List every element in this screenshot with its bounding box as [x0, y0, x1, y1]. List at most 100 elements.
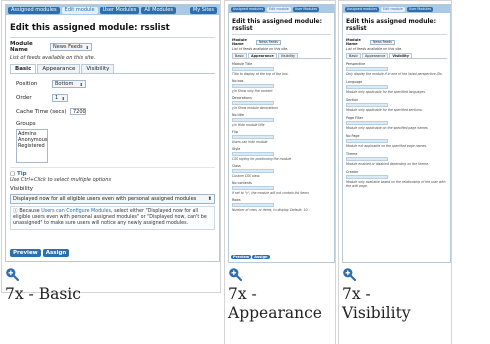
module-name-select[interactable]: News Feeds	[370, 39, 395, 45]
field-input[interactable]	[232, 203, 274, 207]
toolbar-button-edit[interactable]: Edit module	[267, 6, 291, 12]
field-label: Theme	[346, 152, 358, 156]
toolbar-button-user-modules[interactable]: User Modules	[292, 6, 320, 12]
tip-box: ▢ Tip Use Ctrl+Click to select multiple …	[10, 167, 215, 183]
module-help-text: List of feeds available on this site.	[232, 47, 289, 51]
tab-basic[interactable]: Basic	[346, 53, 361, 58]
field-input[interactable]	[346, 121, 388, 125]
thumbnail-card-basic: Assigned modules Edit module User Module…	[1, 0, 221, 303]
info-icon: ⓘ	[13, 209, 18, 214]
toolbar-button-assigned[interactable]: Assigned modules	[231, 6, 266, 12]
field-label: Section	[346, 98, 359, 102]
form-field: Class Custom CSS class	[232, 164, 331, 178]
visibility-select[interactable]: Displayed now for all eligible users eve…	[10, 194, 215, 204]
field-help: Module only applicable for the specified…	[346, 108, 423, 112]
edit-tabs: Basic Appearance Visibility	[346, 53, 447, 59]
tab-appearance[interactable]: Appearance	[361, 53, 389, 58]
thumbnail-card-appearance: Assigned modules Edit module User Module…	[224, 0, 336, 344]
module-name-select[interactable]: News Feeds ⬍	[50, 43, 92, 51]
preview-button[interactable]: Preview	[231, 255, 252, 259]
assign-button[interactable]: Assign	[252, 255, 270, 259]
toolbar-button-all-modules[interactable]: All Modules	[141, 6, 176, 14]
field-input[interactable]	[346, 103, 388, 107]
tab-basic[interactable]: Basic	[232, 53, 247, 58]
toolbar-button-assigned[interactable]: Assigned modules	[345, 6, 380, 12]
form-field: Page Filter Module only applicable on the…	[346, 116, 447, 130]
tab-visibility[interactable]: Visibility	[389, 53, 412, 58]
toolbar-button-user-modules[interactable]: User Modules	[406, 6, 434, 12]
field-input[interactable]	[346, 85, 388, 89]
field-input[interactable]	[346, 175, 388, 179]
tab-visibility[interactable]: Visibility	[81, 64, 115, 73]
field-label: No box	[232, 79, 244, 83]
page-title: Edit this assigned module: rsslist	[346, 15, 447, 35]
cache-time-input[interactable]: 7200	[70, 108, 86, 115]
toolbar-button-edit[interactable]: Edit module	[381, 6, 405, 12]
screenshot-appearance[interactable]: Assigned modules Edit module User Module…	[228, 4, 335, 263]
field-help: Module not applicable on the specified p…	[346, 144, 427, 148]
toolbar-button-assigned[interactable]: Assigned modules	[8, 6, 60, 14]
zoom-in-icon[interactable]	[342, 267, 356, 281]
field-help: Only display the module if in one of the…	[346, 72, 443, 76]
field-help: Module only applicable for the specified…	[346, 90, 426, 94]
form-field: Rows Number of rows, or items, to display…	[232, 198, 331, 212]
field-input[interactable]	[232, 101, 274, 105]
module-name-label: Module Name	[232, 38, 247, 46]
caption-basic: 7x - Basic	[5, 285, 81, 303]
tab-visibility[interactable]: Visibility	[277, 53, 298, 58]
tab-appearance[interactable]: Appearance	[247, 53, 277, 58]
field-input[interactable]	[232, 152, 274, 156]
field-input[interactable]	[232, 186, 274, 190]
configure-modules-link[interactable]: Users can Configure Modules	[41, 209, 111, 214]
toolbar-button-my-sites[interactable]: My Sites	[189, 6, 217, 14]
module-help-text: List of feeds available on this site.	[10, 55, 96, 61]
form-field: No contents If set to "y", the module wil…	[232, 181, 331, 195]
select-caret-icon: ⬍	[85, 44, 89, 50]
select-caret-icon: ⬍	[207, 196, 212, 202]
field-label: Rows	[232, 198, 241, 202]
module-name-select[interactable]: News Feeds	[256, 39, 281, 45]
field-input[interactable]	[232, 67, 274, 71]
form-field: No title y/n Hide module title	[232, 113, 331, 127]
field-input[interactable]	[232, 118, 274, 122]
tab-basic[interactable]: Basic	[10, 64, 37, 73]
tab-appearance[interactable]: Appearance	[37, 64, 81, 73]
field-input[interactable]	[232, 84, 274, 88]
appearance-fields: Module Title Title to display at the top …	[232, 62, 331, 212]
field-label: Language	[346, 80, 363, 84]
form-field: Section Module only applicable for the sp…	[346, 98, 447, 112]
cache-time-label: Cache Time (secs)	[16, 108, 67, 115]
order-select[interactable]: 1 ⬍	[52, 94, 68, 102]
edit-tabs: Basic Appearance Visibility	[10, 64, 215, 74]
visibility-help: ⓘ Because Users can Configure Modules, s…	[10, 206, 215, 230]
field-input[interactable]	[232, 135, 274, 139]
form-field: Decorations y/n Show module decorations	[232, 96, 331, 110]
zoom-in-icon[interactable]	[5, 267, 19, 281]
toolbar-button-edit[interactable]: Edit module	[61, 6, 98, 14]
zoom-in-icon[interactable]	[228, 267, 242, 281]
field-input[interactable]	[346, 157, 388, 161]
group-option[interactable]: Registered	[18, 143, 46, 149]
page-title: Edit this assigned module: rsslist	[232, 15, 331, 35]
field-input[interactable]	[346, 67, 388, 71]
form-field: Creator Module only available based on th…	[346, 170, 447, 188]
field-help: If set to "y", the module will not conta…	[232, 191, 309, 195]
field-help: CSS styling for positioning the module	[232, 157, 292, 161]
field-label: Perspective	[346, 62, 366, 66]
preview-button[interactable]: Preview	[10, 249, 41, 257]
position-select[interactable]: Bottom ⬍	[52, 80, 86, 88]
toolbar-button-user-modules[interactable]: User Modules	[99, 6, 140, 14]
field-input[interactable]	[232, 169, 274, 173]
page-title: Edit this assigned module: rsslist	[10, 18, 215, 38]
screenshot-basic[interactable]: Assigned modules Edit module User Module…	[5, 4, 220, 262]
screenshot-visibility[interactable]: Assigned modules Edit module User Module…	[342, 4, 451, 263]
module-toolbar: Assigned modules Edit module User Module…	[6, 5, 219, 15]
form-field: No Page Module not applicable on the spec…	[346, 134, 447, 148]
field-input[interactable]	[346, 139, 388, 143]
form-field: Perspective Only display the module if in…	[346, 62, 447, 76]
assign-button[interactable]: Assign	[42, 249, 70, 257]
module-name-label: Module Name	[346, 38, 361, 46]
form-field: Module Title Title to display at the top …	[232, 62, 331, 76]
form-field: No box y/n Show only the content	[232, 79, 331, 93]
groups-listbox[interactable]: Admins Anonymous Registered	[16, 129, 48, 163]
